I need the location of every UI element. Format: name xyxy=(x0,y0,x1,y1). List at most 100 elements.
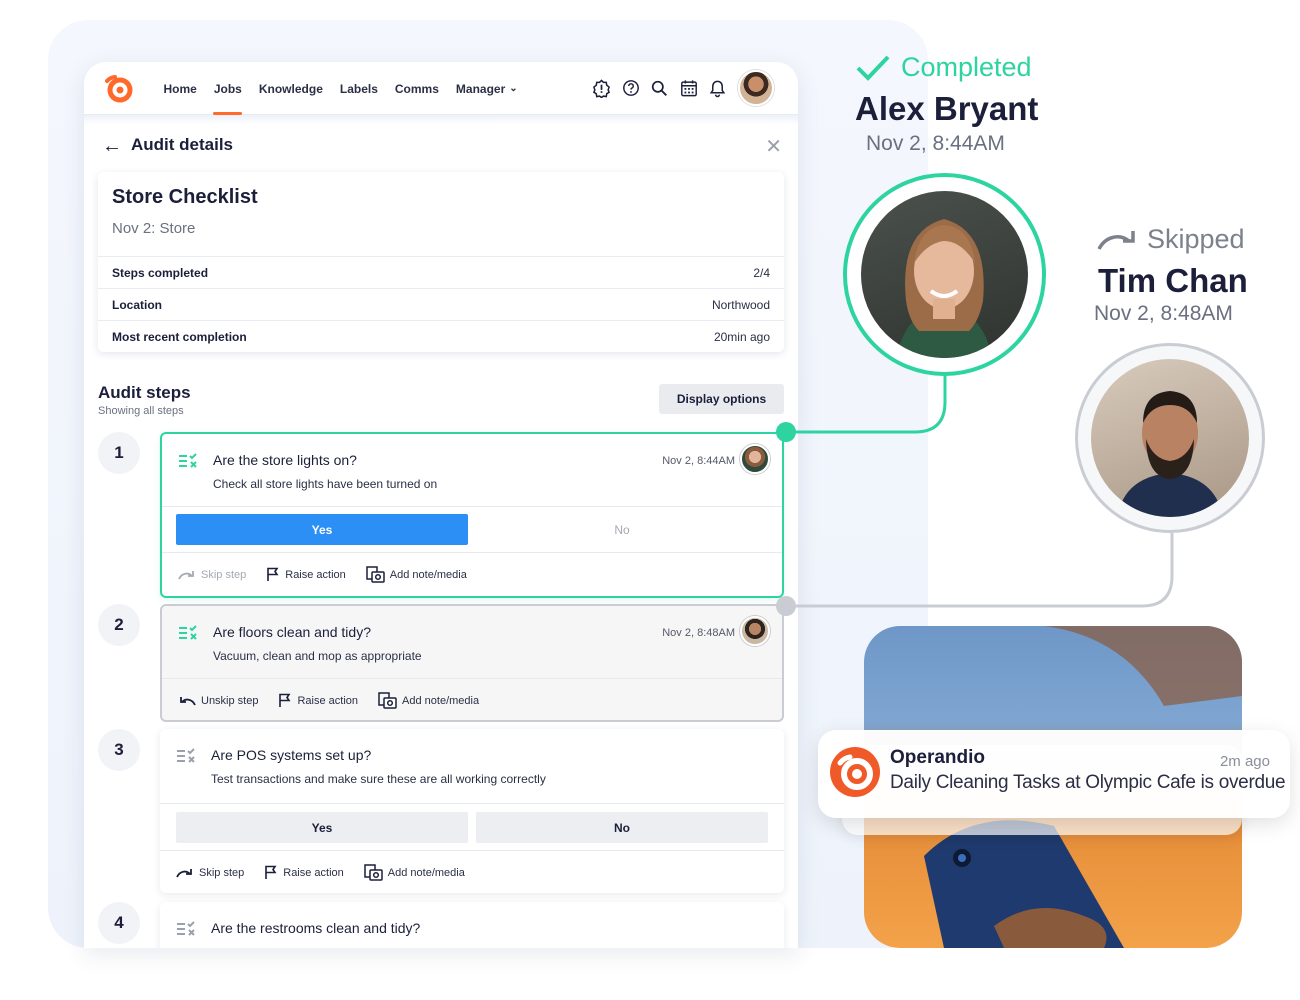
close-icon[interactable]: ✕ xyxy=(765,134,782,159)
step-card-1[interactable]: Are the store lights on? Check all store… xyxy=(160,432,784,598)
divider xyxy=(160,803,784,804)
alert-icon[interactable] xyxy=(592,77,611,99)
checklist-summary-card: Store Checklist Nov 2: Store Steps compl… xyxy=(98,172,784,352)
person-photo xyxy=(897,219,992,358)
calendar-icon[interactable] xyxy=(679,77,698,99)
display-options-button[interactable]: Display options xyxy=(659,384,784,414)
step-number: 4 xyxy=(98,902,140,944)
user-avatar[interactable] xyxy=(738,70,774,106)
yes-button[interactable]: Yes xyxy=(176,514,468,545)
step-avatar xyxy=(740,444,770,474)
check-icon xyxy=(856,55,890,81)
nav-label: Knowledge xyxy=(258,81,323,96)
app-window: Home Jobs Knowledge Labels Comms Manager… xyxy=(84,62,798,948)
back-arrow-icon[interactable]: ← xyxy=(102,135,122,158)
step-question: Are the store lights on? xyxy=(213,452,357,468)
add-note-label: Add note/media xyxy=(389,568,467,581)
checklist-icon xyxy=(177,748,195,763)
notification-message: Daily Cleaning Tasks at Olympic Cafe is … xyxy=(890,772,1286,793)
step-card-2[interactable]: Are floors clean and tidy? Vacuum, clean… xyxy=(160,604,784,722)
operandio-logo xyxy=(837,754,873,790)
yes-button[interactable]: Yes xyxy=(176,812,468,843)
step-card-4[interactable]: Are the restrooms clean and tidy? xyxy=(160,902,784,948)
bell-icon[interactable] xyxy=(708,77,727,99)
no-button[interactable]: No xyxy=(476,514,768,545)
nav-shadow xyxy=(84,115,798,125)
skip-step-label: Skip step xyxy=(199,866,245,879)
help-icon[interactable] xyxy=(621,77,640,99)
nav-home[interactable]: Home xyxy=(155,62,205,115)
summary-key: Steps completed xyxy=(112,265,209,280)
page-title: Audit details xyxy=(131,135,234,154)
nav-label: Home xyxy=(163,81,197,96)
step-number: 2 xyxy=(98,604,140,646)
raise-action-button[interactable]: Raise action xyxy=(266,567,346,582)
divider xyxy=(162,506,782,507)
summary-key: Location xyxy=(112,297,162,312)
skip-step-button[interactable]: Skip step xyxy=(176,867,244,879)
audit-steps-subtitle: Showing all steps xyxy=(98,405,184,417)
person-photo xyxy=(1117,391,1223,517)
add-note-button[interactable]: Add note/media xyxy=(364,864,465,881)
search-icon[interactable] xyxy=(650,77,669,99)
summary-row-steps: Steps completed 2/4 xyxy=(98,256,784,288)
notification-time: 2m ago xyxy=(1219,753,1270,770)
step-description: Check all store lights have been turned … xyxy=(213,477,438,491)
operandio-logo[interactable] xyxy=(104,75,134,103)
no-button[interactable]: No xyxy=(476,812,768,843)
checklist-subtitle: Nov 2: Store xyxy=(112,220,196,237)
step-question: Are floors clean and tidy? xyxy=(213,624,371,640)
step-timestamp: Nov 2, 8:44AM xyxy=(662,455,735,467)
summary-row-recent: Most recent completion 20min ago xyxy=(98,320,784,352)
nav-labels[interactable]: Labels xyxy=(331,62,386,115)
nav-knowledge[interactable]: Knowledge xyxy=(250,62,331,115)
checklist-icon xyxy=(179,625,197,640)
raise-action-label: Raise action xyxy=(285,568,346,581)
nav-label: Comms xyxy=(394,81,439,96)
step-number: 3 xyxy=(98,729,140,771)
skipped-time: Nov 2, 8:48AM xyxy=(1094,302,1233,325)
skip-step-button[interactable]: Skip step xyxy=(178,569,246,581)
skip-icon xyxy=(1097,230,1135,250)
unskip-step-label: Unskip step xyxy=(201,694,259,707)
checklist-title: Store Checklist xyxy=(112,186,258,208)
skipped-user-photo xyxy=(1075,343,1265,533)
skipped-user-name: Tim Chan xyxy=(1098,262,1248,299)
raise-action-label: Raise action xyxy=(283,866,344,879)
completed-status: Completed xyxy=(855,52,1032,83)
tim-photo xyxy=(1091,359,1249,517)
raise-action-button[interactable]: Raise action xyxy=(278,693,358,708)
nav-jobs[interactable]: Jobs xyxy=(205,62,250,115)
step-description: Vacuum, clean and mop as appropriate xyxy=(213,649,422,663)
completed-user-name: Alex Bryant xyxy=(855,90,1039,127)
unskip-icon xyxy=(180,696,196,705)
skipped-status: Skipped xyxy=(1097,224,1245,255)
step-card-3[interactable]: Are POS systems set up? Test transaction… xyxy=(160,729,784,893)
checklist-icon xyxy=(177,921,195,936)
nav-manager[interactable]: Manager ⌄ xyxy=(447,62,526,115)
media-icon xyxy=(378,692,397,709)
add-note-button[interactable]: Add note/media xyxy=(378,692,479,709)
nav-comms[interactable]: Comms xyxy=(386,62,447,115)
push-notification[interactable]: Operandio 2m ago Daily Cleaning Tasks at… xyxy=(818,730,1290,818)
raise-action-label: Raise action xyxy=(297,694,359,707)
summary-value: 20min ago xyxy=(713,329,770,344)
skipped-label: Skipped xyxy=(1147,224,1245,254)
flag-icon xyxy=(279,693,291,707)
summary-key: Most recent completion xyxy=(112,329,247,344)
unskip-step-button[interactable]: Unskip step xyxy=(178,695,258,707)
summary-value: Northwood xyxy=(711,297,770,312)
answer-group: Yes No xyxy=(176,812,770,843)
answer-group: Yes No xyxy=(176,514,770,545)
add-note-button[interactable]: Add note/media xyxy=(366,566,467,583)
step-description: Test transactions and make sure these ar… xyxy=(211,772,546,786)
page-header: ← Audit details ✕ xyxy=(102,132,782,166)
checklist-icon xyxy=(179,453,197,468)
step-actions: Skip step Raise action Add note/media xyxy=(178,566,467,583)
add-note-label: Add note/media xyxy=(402,694,480,707)
raise-action-button[interactable]: Raise action xyxy=(264,865,344,880)
summary-row-location: Location Northwood xyxy=(98,288,784,320)
completed-user-photo xyxy=(843,173,1046,376)
skip-icon xyxy=(178,570,194,579)
step-timestamp: Nov 2, 8:48AM xyxy=(662,627,735,639)
